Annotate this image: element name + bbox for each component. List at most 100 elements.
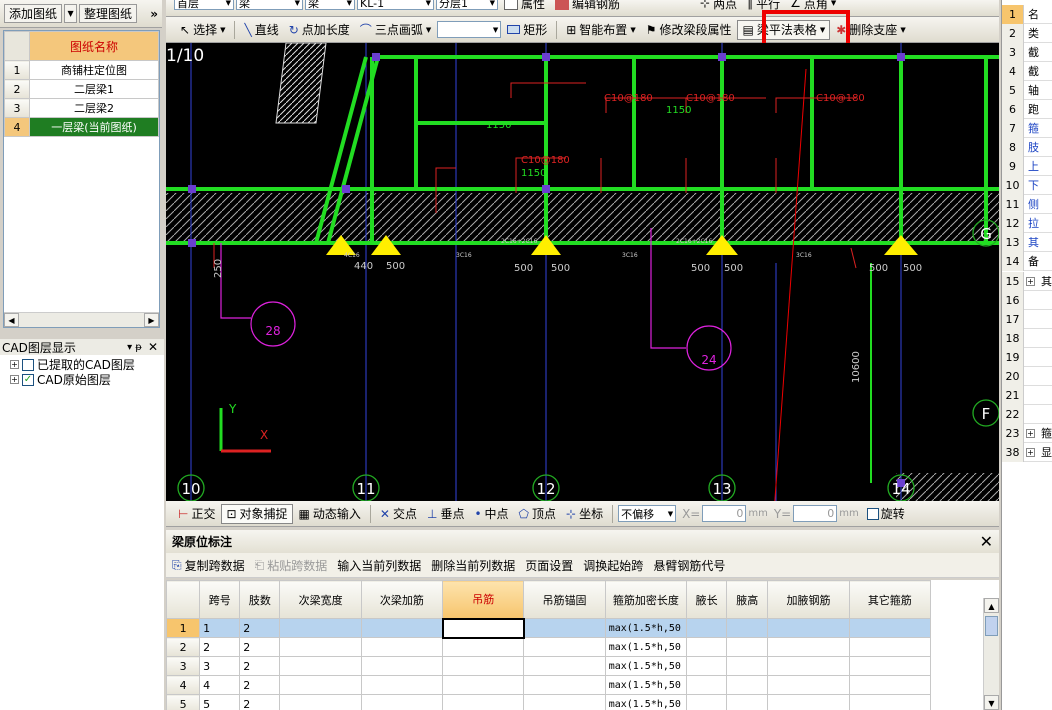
select-button[interactable]: ↖ 选择 ▼: [176, 20, 229, 40]
cell[interactable]: [726, 618, 769, 638]
dyn-input-button[interactable]: ▦ 动态输入: [295, 504, 365, 524]
arrow-left-icon[interactable]: ◀: [4, 313, 19, 327]
cell[interactable]: max(1.5*h,50: [604, 675, 688, 695]
cell[interactable]: [848, 694, 932, 710]
cell[interactable]: [279, 656, 362, 676]
cell[interactable]: [767, 675, 850, 695]
cell[interactable]: [523, 656, 606, 676]
property-row[interactable]: 15 + 其: [1002, 271, 1052, 291]
cell[interactable]: 2: [239, 656, 281, 676]
list-item-selected[interactable]: 4 一层梁(当前图纸): [4, 117, 159, 137]
cell[interactable]: 4: [199, 675, 241, 695]
expand-icon[interactable]: +: [1026, 447, 1035, 457]
cell[interactable]: [442, 694, 525, 710]
cell[interactable]: [726, 656, 769, 676]
vertical-scrollbar[interactable]: ▲ ▼: [983, 598, 999, 710]
expand-icon[interactable]: +: [10, 360, 19, 369]
chevron-down-icon[interactable]: ▼: [64, 4, 78, 23]
cell[interactable]: [279, 637, 362, 657]
paste-span-button[interactable]: ⎗ 粘贴跨数据: [255, 555, 328, 575]
property-row[interactable]: 14 备: [1002, 251, 1052, 271]
layer-select[interactable]: 分层1 ▼: [436, 0, 498, 10]
table-row[interactable]: 5 52 max(1.5*h,50: [166, 694, 932, 710]
cell[interactable]: [848, 656, 932, 676]
cell[interactable]: max(1.5*h,50: [604, 656, 688, 676]
x-input[interactable]: 0: [702, 505, 747, 522]
drawing-name[interactable]: 一层梁(当前图纸): [29, 117, 159, 137]
property-row[interactable]: 22: [1002, 404, 1052, 424]
cell[interactable]: max(1.5*h,50: [604, 618, 688, 638]
cell[interactable]: 2: [239, 675, 281, 695]
cell[interactable]: [767, 637, 850, 657]
cell[interactable]: [360, 675, 444, 695]
cell[interactable]: [767, 694, 850, 710]
cell[interactable]: [279, 618, 362, 638]
property-row[interactable]: 13 其: [1002, 232, 1052, 252]
checkbox-checked[interactable]: ✓: [22, 373, 34, 386]
rotate-checkbox[interactable]: [866, 507, 879, 520]
cell[interactable]: [523, 618, 606, 638]
scroll-thumb[interactable]: [985, 616, 998, 636]
cell[interactable]: [767, 656, 850, 676]
cell[interactable]: [442, 675, 525, 695]
cell[interactable]: [685, 675, 728, 695]
property-row[interactable]: 6跑: [1002, 99, 1052, 119]
close-icon[interactable]: ✕: [980, 532, 993, 551]
table-row[interactable]: 3 32 max(1.5*h,50: [166, 656, 932, 676]
smart-layout-button[interactable]: ⊞ 智能布置 ▼: [562, 20, 639, 40]
list-item[interactable]: 3 二层梁2: [4, 98, 159, 118]
offset-select[interactable]: 不偏移 ▼: [618, 505, 677, 522]
cell[interactable]: [442, 656, 525, 676]
more-icon[interactable]: »: [150, 7, 158, 21]
ortho-button[interactable]: ⊢ 正交: [174, 504, 219, 524]
cell[interactable]: [848, 618, 932, 638]
cell[interactable]: [685, 618, 728, 638]
arc-option-select[interactable]: ▼: [437, 21, 502, 38]
horizontal-scrollbar[interactable]: ◀ ▶: [4, 312, 159, 327]
property-row[interactable]: 21: [1002, 385, 1052, 405]
property-row[interactable]: 5轴: [1002, 80, 1052, 100]
copy-span-button[interactable]: ⎘ 复制跨数据: [172, 555, 245, 575]
table-row[interactable]: 2 22 max(1.5*h,50: [166, 637, 932, 657]
snap-button[interactable]: ⊡ 对象捕捉: [221, 503, 293, 524]
drawing-name[interactable]: 二层梁2: [29, 98, 159, 118]
list-item[interactable]: 1 商铺柱定位图: [4, 60, 159, 80]
rect-button[interactable]: 矩形: [503, 20, 551, 40]
cell[interactable]: 5: [199, 694, 241, 710]
cell[interactable]: [685, 637, 728, 657]
property-row[interactable]: 38 + 显: [1002, 442, 1052, 462]
cell[interactable]: 2: [199, 637, 241, 657]
cell[interactable]: [360, 637, 444, 657]
cad-canvas[interactable]: 28 24 1/10 C10@180 1150 C10@180 C10@180 …: [166, 43, 999, 501]
cell[interactable]: [848, 637, 932, 657]
property-row[interactable]: 4截: [1002, 61, 1052, 81]
tree-item[interactable]: + ✓ CAD原始图层: [0, 372, 164, 387]
cell[interactable]: [726, 675, 769, 695]
active-cell[interactable]: [441, 617, 525, 639]
two-point-button[interactable]: ⊹ 两点: [696, 0, 741, 13]
cell[interactable]: [523, 637, 606, 657]
mid-button[interactable]: • 中点: [470, 504, 512, 524]
arrow-down-icon[interactable]: ▼: [984, 695, 999, 710]
cell[interactable]: [279, 675, 362, 695]
cell[interactable]: [360, 618, 444, 638]
cell[interactable]: [279, 694, 362, 710]
expand-icon[interactable]: +: [1026, 276, 1035, 286]
type-select[interactable]: 梁 ▼: [236, 0, 303, 10]
drawing-name[interactable]: 商铺柱定位图: [29, 60, 159, 80]
cell[interactable]: [848, 675, 932, 695]
property-row[interactable]: 11 侧: [1002, 194, 1052, 214]
coord-button[interactable]: ⊹ 坐标: [562, 504, 607, 524]
property-row[interactable]: 2类: [1002, 23, 1052, 43]
property-row[interactable]: 8肢: [1002, 137, 1052, 157]
cell[interactable]: [360, 694, 444, 710]
cantilever-button[interactable]: 悬臂钢筋代号: [653, 557, 725, 574]
property-row[interactable]: 1名: [1002, 4, 1052, 24]
cell[interactable]: 3: [199, 656, 241, 676]
floor-select[interactable]: 首层 ▼: [174, 0, 234, 10]
swap-start-button[interactable]: 调换起始跨: [583, 557, 643, 574]
line-button[interactable]: ╲ 直线: [240, 20, 282, 40]
subtype-select[interactable]: 梁 ▼: [305, 0, 355, 10]
property-row[interactable]: 20: [1002, 366, 1052, 386]
property-row[interactable]: 23 + 箍: [1002, 423, 1052, 443]
